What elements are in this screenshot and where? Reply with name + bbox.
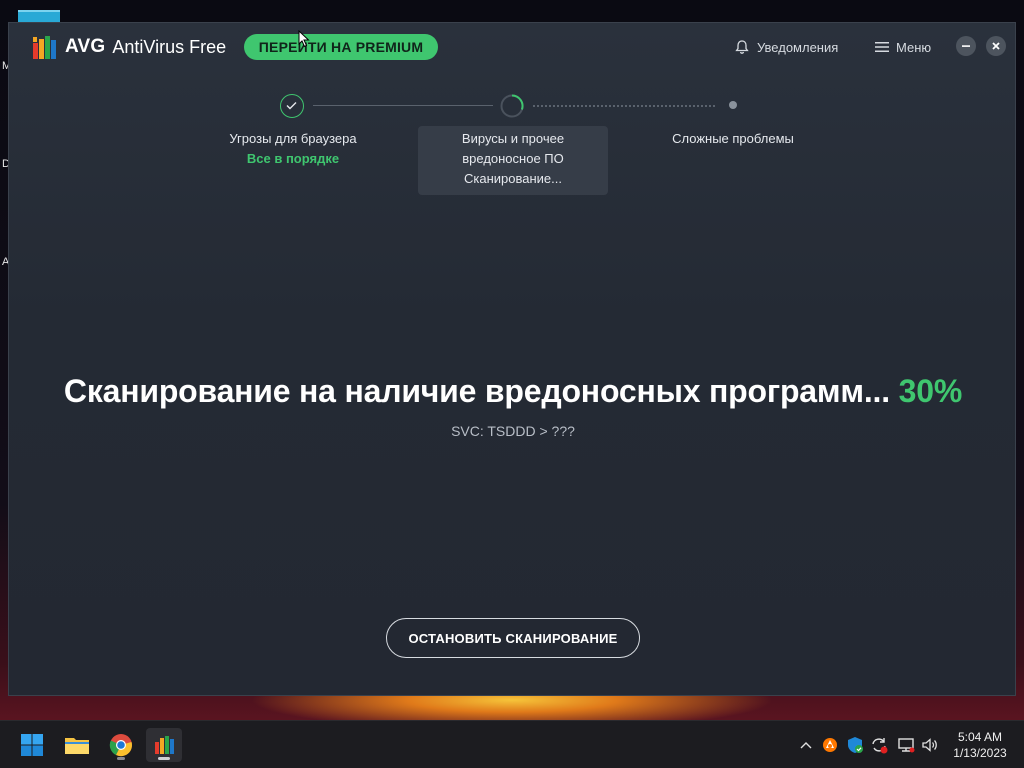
file-explorer-icon (65, 738, 89, 754)
chevron-up-icon (800, 742, 812, 749)
tray-network[interactable] (896, 735, 916, 755)
tray-avast[interactable] (820, 735, 840, 755)
menu-label: Меню (896, 39, 932, 55)
step-1-status: Все в порядке (246, 151, 340, 166)
step-2-status: Сканирование... (464, 171, 562, 186)
bell-icon (735, 40, 749, 54)
step-browser-done-indicator (280, 94, 304, 118)
taskbar-file-explorer[interactable] (59, 728, 95, 762)
sync-icon (872, 738, 888, 754)
clock-time: 5:04 AM (957, 730, 1003, 744)
notifications-label: Уведомления (757, 39, 839, 55)
avg-logo-icon (33, 36, 56, 59)
avg-window: AVG AntiVirus Free ПЕРЕЙТИ НА PREMIUM Ув… (8, 22, 1016, 696)
step-2-title-line-2: вредоносное ПО (462, 151, 564, 166)
start-icon (21, 734, 43, 756)
step-3-title: Сложные проблемы (672, 131, 794, 146)
step-1-title: Угрозы для браузера (229, 131, 357, 146)
system-clock[interactable]: 5:04 AM 1/13/2023 (944, 729, 1016, 761)
tray-defender[interactable] (845, 735, 865, 755)
scan-headline-text: Сканирование на наличие вредоносных прог… (63, 373, 890, 409)
stop-scan-button[interactable]: ОСТАНОВИТЬ СКАНИРОВАНИЕ (386, 618, 640, 658)
tray-overflow-button[interactable] (796, 735, 816, 755)
notifications-button[interactable]: Уведомления (734, 37, 838, 57)
minimize-icon (962, 45, 970, 47)
close-button[interactable] (986, 36, 1006, 56)
tray-sync[interactable] (869, 735, 889, 755)
step-scanning-spinner (500, 94, 524, 118)
defender-icon (848, 737, 863, 753)
brand-name: AVG (65, 36, 106, 57)
checkmark-icon (286, 102, 297, 110)
scan-current-item: SVC: TSDDD > ??? (451, 423, 575, 439)
menu-button[interactable]: Меню (875, 37, 931, 57)
tray-volume[interactable] (920, 735, 940, 755)
avast-icon (823, 738, 837, 752)
taskbar-chrome[interactable] (103, 728, 139, 762)
close-icon (992, 42, 1000, 50)
clock-date: 1/13/2023 (953, 746, 1007, 760)
volume-icon (922, 738, 937, 752)
avg-icon (155, 736, 174, 754)
hamburger-icon (875, 42, 889, 52)
app-logo: AVG AntiVirus Free (31, 33, 226, 61)
scan-headline: Сканирование на наличие вредоносных прог… (9, 373, 1017, 410)
title-bar: AVG AntiVirus Free ПЕРЕЙТИ НА PREMIUM Ув… (9, 23, 1015, 71)
running-indicator (117, 757, 125, 760)
active-indicator (158, 757, 170, 760)
chrome-icon (109, 734, 132, 757)
minimize-button[interactable] (956, 36, 976, 56)
upgrade-premium-button[interactable]: ПЕРЕЙТИ НА PREMIUM (244, 34, 438, 60)
start-button[interactable] (14, 728, 50, 762)
product-name: AntiVirus Free (112, 36, 227, 57)
network-icon (898, 738, 915, 753)
taskbar-avg[interactable] (146, 728, 182, 762)
step-connector (313, 105, 493, 106)
step-pending-dot (729, 101, 737, 109)
scan-percent: 30% (898, 373, 963, 409)
taskbar: 5:04 AM 1/13/2023 (0, 720, 1024, 768)
mouse-cursor-icon (298, 30, 310, 48)
step-2-title-line-1: Вирусы и прочее (461, 131, 565, 146)
step-connector-pending (533, 105, 715, 107)
